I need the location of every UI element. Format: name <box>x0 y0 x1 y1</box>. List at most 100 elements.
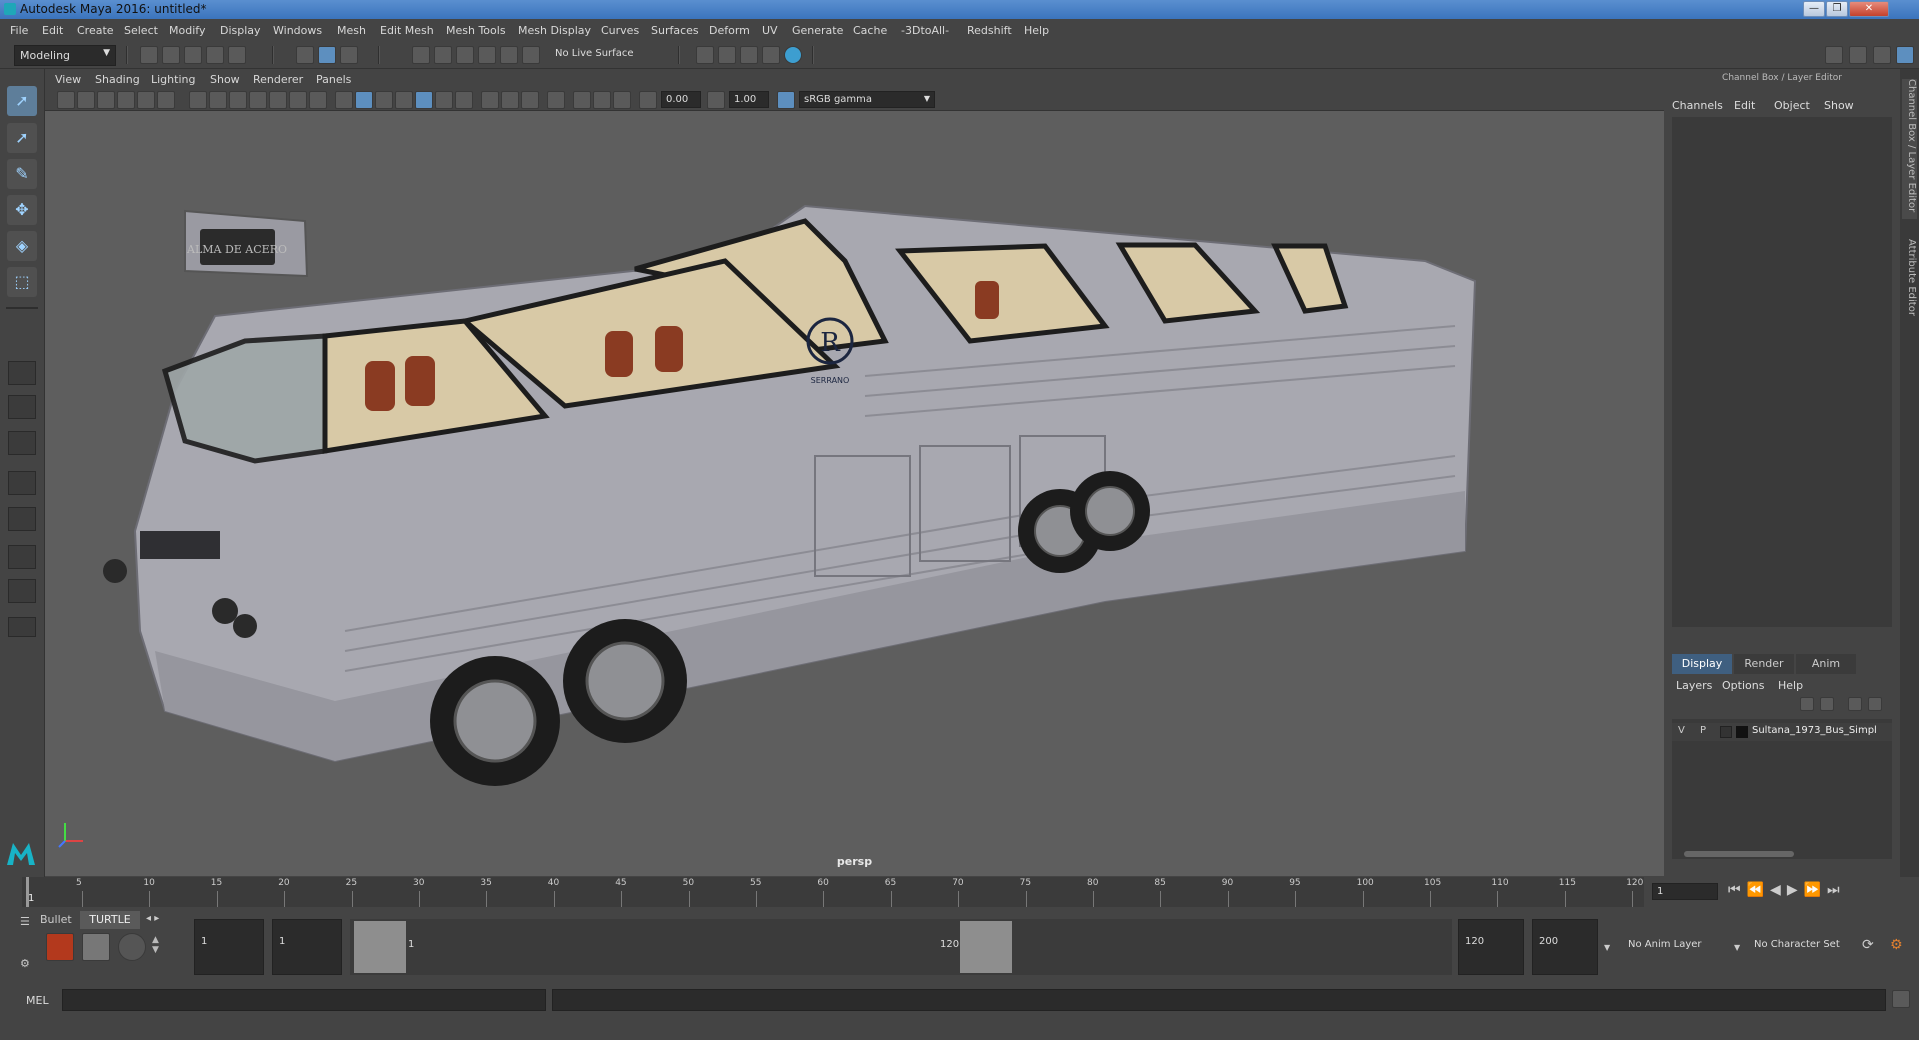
wireframe-on-shaded-icon[interactable] <box>395 91 413 109</box>
menu-mesh[interactable]: Mesh <box>337 24 366 37</box>
smooth-shade-icon[interactable] <box>355 91 373 109</box>
shelf-tab-bullet[interactable]: Bullet <box>40 913 72 926</box>
command-input[interactable] <box>62 989 546 1011</box>
hypershade-icon[interactable] <box>762 46 780 64</box>
new-empty-layer-icon[interactable] <box>1848 697 1862 711</box>
render-view-icon[interactable] <box>784 46 802 64</box>
script-language-toggle[interactable]: MEL <box>26 994 49 1007</box>
range-end-handle[interactable] <box>960 921 1012 973</box>
persp-outliner-graph-layout-icon[interactable] <box>8 507 36 531</box>
animation-start-field[interactable]: 1 <box>194 919 264 975</box>
menu-windows[interactable]: Windows <box>273 24 322 37</box>
camera-icon[interactable] <box>57 91 75 109</box>
four-view-layout-icon[interactable] <box>8 395 36 419</box>
screen-space-ao-icon[interactable] <box>481 91 499 109</box>
shelf-settings-icon[interactable]: ⚙ <box>20 957 34 971</box>
panel-menu-lighting[interactable]: Lighting <box>151 73 195 86</box>
ipr-render-icon[interactable] <box>718 46 736 64</box>
use-default-material-icon[interactable] <box>375 91 393 109</box>
turtle-sphere-icon[interactable] <box>118 933 146 961</box>
play-forward-icon[interactable]: ▶ <box>1787 882 1804 898</box>
turtle-bake-icon[interactable] <box>46 933 74 961</box>
lasso-tool-icon[interactable]: ➚ <box>7 123 37 153</box>
minimize-button[interactable]: — <box>1803 1 1825 17</box>
panel-menu-panels[interactable]: Panels <box>316 73 351 86</box>
menu-mesh-display[interactable]: Mesh Display <box>518 24 591 37</box>
range-bar[interactable]: 1 120 <box>350 919 1452 975</box>
menu-cache[interactable]: Cache <box>853 24 887 37</box>
menu-3dtoall[interactable]: -3DtoAll- <box>901 24 949 37</box>
render-settings-icon[interactable] <box>740 46 758 64</box>
toggle-channel-box-icon[interactable] <box>1896 46 1914 64</box>
shelf-scroll-icon[interactable]: ▲ ▼ <box>152 935 159 955</box>
hypershade-layout-icon[interactable] <box>8 545 36 569</box>
new-scene-icon[interactable] <box>140 46 158 64</box>
auto-key-icon[interactable]: ⟳ <box>1862 937 1874 953</box>
menuset-dropdown[interactable]: Modeling ▼ <box>14 45 116 66</box>
resolution-gate-icon[interactable] <box>229 91 247 109</box>
persp-graph-layout-icon[interactable] <box>8 431 36 455</box>
chevron-down-icon[interactable]: ▼ <box>1734 943 1740 952</box>
open-scene-icon[interactable] <box>162 46 180 64</box>
rotate-tool-icon[interactable]: ◈ <box>7 231 37 261</box>
anti-aliasing-icon[interactable] <box>521 91 539 109</box>
move-tool-icon[interactable]: ✥ <box>7 195 37 225</box>
move-layer-up-icon[interactable] <box>1800 697 1814 711</box>
toggle-attribute-editor-icon[interactable] <box>1873 46 1891 64</box>
shadows-icon[interactable] <box>455 91 473 109</box>
playback-start-field[interactable]: 1 <box>272 919 342 975</box>
motion-blur-icon[interactable] <box>501 91 519 109</box>
toggle-outliner-icon[interactable] <box>1849 46 1867 64</box>
snap-surface-icon[interactable] <box>500 46 518 64</box>
menu-display[interactable]: Display <box>220 24 261 37</box>
gamma-icon[interactable] <box>707 91 725 109</box>
side-tab-attribute-editor[interactable]: Attribute Editor <box>1902 239 1917 339</box>
tab-render[interactable]: Render <box>1734 654 1794 674</box>
menu-surfaces[interactable]: Surfaces <box>651 24 699 37</box>
move-layer-down-icon[interactable] <box>1820 697 1834 711</box>
layer-menu-layers[interactable]: Layers <box>1676 679 1712 692</box>
grid-icon[interactable] <box>189 91 207 109</box>
menu-file[interactable]: File <box>10 24 28 37</box>
exposure-field[interactable]: 0.00 <box>661 91 701 108</box>
step-back-frame-icon[interactable]: ◀ <box>1770 882 1787 898</box>
new-layer-selected-icon[interactable] <box>1868 697 1882 711</box>
single-perspective-layout-icon[interactable] <box>8 361 36 385</box>
uv-editor-layout-icon[interactable] <box>8 579 36 603</box>
shelf-menu-icon[interactable]: ☰ <box>20 915 34 929</box>
current-frame-field[interactable]: 1 <box>1652 883 1718 900</box>
tab-display[interactable]: Display <box>1672 654 1732 674</box>
gamma-field[interactable]: 1.00 <box>729 91 769 108</box>
channel-list[interactable] <box>1672 117 1892 627</box>
channel-box-menu-show[interactable]: Show <box>1824 99 1854 112</box>
gate-mask-icon[interactable] <box>249 91 267 109</box>
menu-edit[interactable]: Edit <box>42 24 63 37</box>
time-slider[interactable]: 1 5 10 15 20 25 30 35 40 45 50 55 60 65 70 75 80 85 90 95 1… <box>0 877 1919 907</box>
range-start-handle[interactable] <box>354 921 406 973</box>
snap-view-plane-icon[interactable] <box>478 46 496 64</box>
chevron-down-icon[interactable]: ▼ <box>1604 943 1610 952</box>
xray-joints-icon[interactable] <box>613 91 631 109</box>
go-to-end-icon[interactable]: ⏭ <box>1827 882 1846 898</box>
image-plane-icon[interactable] <box>117 91 135 109</box>
character-set-dropdown[interactable]: No Character Set <box>1748 919 1854 975</box>
film-gate-icon[interactable] <box>209 91 227 109</box>
layer-name[interactable]: Sultana_1973_Bus_Simpl <box>1752 725 1877 736</box>
undo-icon[interactable] <box>206 46 224 64</box>
menu-modify[interactable]: Modify <box>169 24 205 37</box>
redo-icon[interactable] <box>228 46 246 64</box>
menu-edit-mesh[interactable]: Edit Mesh <box>380 24 434 37</box>
snap-grid-icon[interactable] <box>412 46 430 64</box>
panel-menu-renderer[interactable]: Renderer <box>253 73 303 86</box>
go-to-start-icon[interactable]: ⏮ <box>1728 882 1747 898</box>
layer-color-swatch[interactable] <box>1736 726 1748 738</box>
menu-redshift[interactable]: Redshift <box>967 24 1012 37</box>
isolate-select-icon[interactable] <box>547 91 565 109</box>
save-scene-icon[interactable] <box>184 46 202 64</box>
layer-row[interactable]: V P Sultana_1973_Bus_Simpl <box>1672 723 1892 741</box>
layer-menu-help[interactable]: Help <box>1778 679 1803 692</box>
menu-mesh-tools[interactable]: Mesh Tools <box>446 24 506 37</box>
shelf-scroll-arrows[interactable]: ◂ ▸ <box>146 913 159 924</box>
shelf-tab-turtle[interactable]: TURTLE <box>80 911 140 929</box>
script-editor-icon[interactable] <box>1892 990 1910 1008</box>
